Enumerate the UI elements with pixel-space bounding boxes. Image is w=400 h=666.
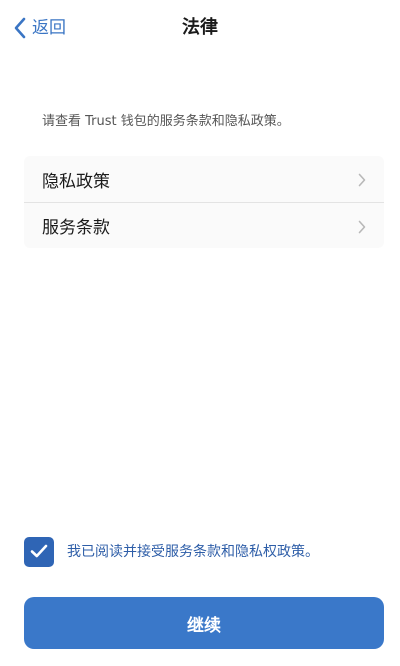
intro-text: 请查看 Trust 钱包的服务条款和隐私政策。 bbox=[42, 114, 290, 129]
continue-button[interactable]: 继续 bbox=[24, 597, 384, 649]
navigation-bar: 返回 法律 bbox=[0, 0, 400, 56]
chevron-right-icon bbox=[358, 219, 366, 238]
consent-checkbox[interactable] bbox=[24, 537, 54, 567]
page-title: 法律 bbox=[182, 17, 218, 38]
list-item-label: 隐私政策 bbox=[42, 171, 110, 192]
list-item-label: 服务条款 bbox=[42, 218, 110, 238]
consent-label: 我已阅读并接受服务条款和隐私权政策。 bbox=[67, 544, 319, 560]
consent-row[interactable]: 我已阅读并接受服务条款和隐私权政策。 bbox=[24, 537, 319, 567]
chevron-right-icon bbox=[358, 172, 366, 191]
privacy-policy-item[interactable]: 隐私政策 bbox=[24, 156, 384, 202]
checkmark-icon bbox=[30, 543, 48, 562]
legal-list: 隐私政策 服务条款 bbox=[24, 156, 384, 248]
legal-screen: 返回 法律 请查看 Trust 钱包的服务条款和隐私政策。 隐私政策 服务条款 bbox=[0, 0, 400, 666]
terms-of-service-item[interactable]: 服务条款 bbox=[24, 202, 384, 248]
